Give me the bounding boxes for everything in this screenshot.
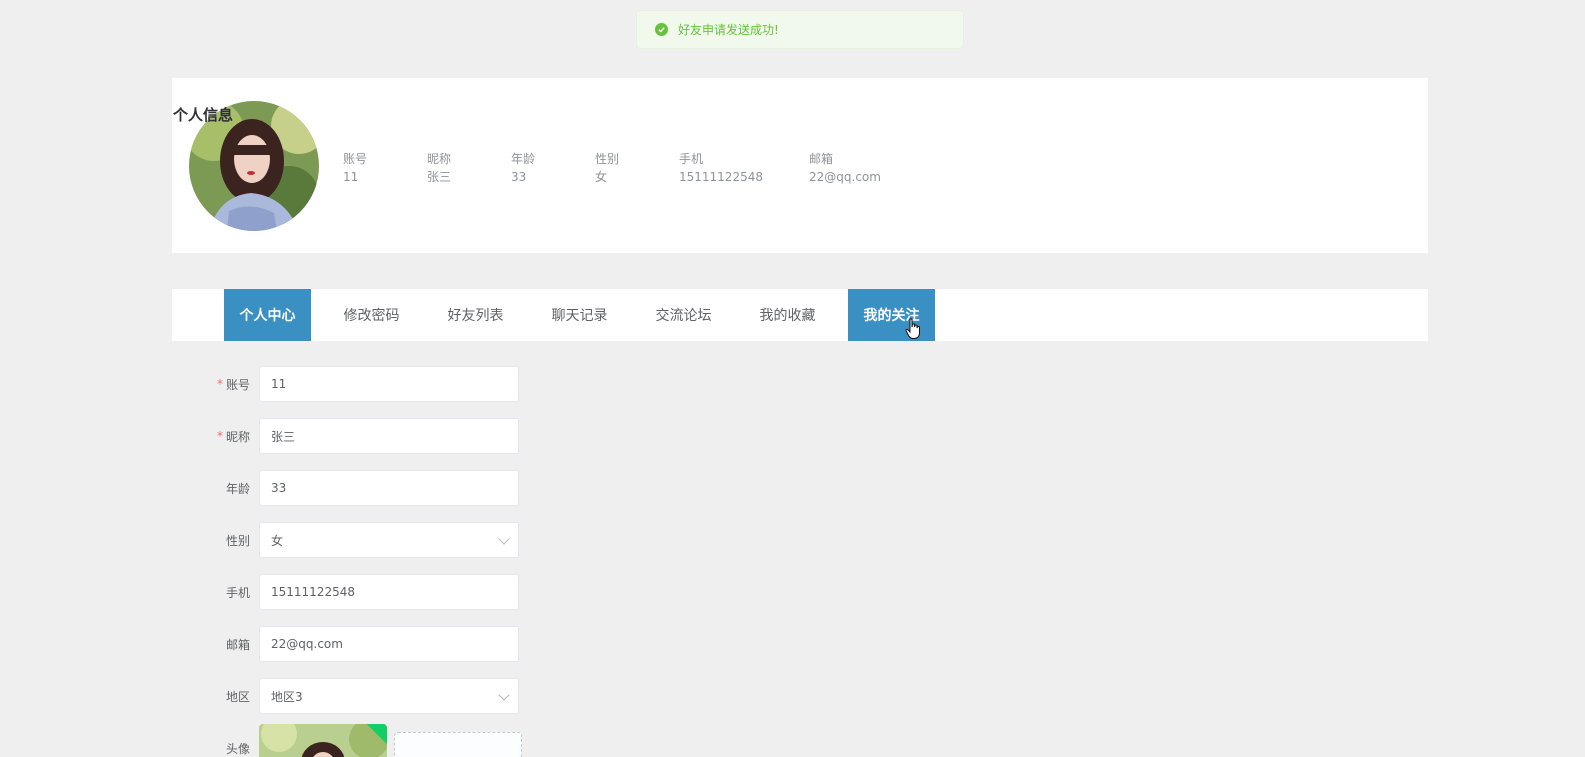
success-toast: 好友申请发送成功! (636, 10, 964, 49)
profile-field-phone: 手机 15111122548 (679, 150, 763, 186)
gender-select[interactable]: 女 (259, 522, 519, 558)
form-row-email: 邮箱 22@qq.com (200, 626, 520, 662)
profile-title: 个人信息 (173, 106, 234, 124)
account-label: * 账号 (200, 366, 250, 402)
tab-bar: 个人中心 修改密码 好友列表 聊天记录 交流论坛 我的收藏 我的关注 (172, 289, 1428, 341)
chevron-down-icon (498, 533, 510, 545)
region-select[interactable]: 地区3 (259, 678, 519, 714)
region-label: 地区 (225, 689, 250, 704)
profile-field-value: 女 (595, 170, 608, 184)
phone-input[interactable]: 15111122548 (259, 574, 519, 610)
tab-chat-history[interactable]: 聊天记录 (536, 289, 623, 341)
email-input[interactable]: 22@qq.com (259, 626, 519, 662)
tab-forum[interactable]: 交流论坛 (640, 289, 727, 341)
avatar-upload-preview[interactable] (259, 724, 387, 757)
tab-friend-list[interactable]: 好友列表 (432, 289, 519, 341)
form-row-gender: 性别 女 (200, 522, 520, 558)
profile-field-label: 手机 (679, 152, 704, 166)
profile-field-label: 性别 (595, 152, 620, 166)
required-mark: * (216, 429, 223, 443)
email-label: 邮箱 (225, 637, 250, 652)
form-row-region: 地区 地区3 (200, 678, 520, 714)
check-circle-icon (655, 23, 668, 36)
profile-field-gender: 性别 女 (595, 150, 619, 186)
form-row-phone: 手机 15111122548 (200, 574, 520, 610)
tab-personal-center[interactable]: 个人中心 (224, 289, 311, 341)
nickname-label-text: 昵称 (225, 429, 250, 444)
nickname-input[interactable]: 张三 (259, 418, 519, 454)
age-label: 年龄 (225, 481, 250, 496)
age-input[interactable]: 33 (259, 470, 519, 506)
account-input[interactable]: 11 (259, 366, 519, 402)
gender-select-value: 女 (271, 533, 284, 548)
required-mark: * (216, 377, 223, 391)
profile-field-value: 15111122548 (679, 170, 763, 184)
tab-change-password[interactable]: 修改密码 (328, 289, 415, 341)
profile-field-value: 11 (343, 170, 359, 184)
gender-label: 性别 (225, 533, 250, 548)
nickname-label: * 昵称 (200, 418, 250, 454)
profile-field-label: 邮箱 (809, 152, 834, 166)
tab-my-favorites[interactable]: 我的收藏 (744, 289, 831, 341)
profile-field-value: 22@qq.com (809, 170, 881, 184)
region-select-value: 地区3 (271, 689, 303, 704)
avatar-upload-button[interactable] (394, 732, 522, 757)
profile-field-age: 年龄 33 (511, 150, 535, 186)
account-label-text: 账号 (225, 377, 250, 392)
profile-field-label: 账号 (343, 152, 368, 166)
form-row-nickname: * 昵称 张三 (200, 418, 520, 454)
page: 好友申请发送成功! 个人信息 账号 11 昵称 张三 年龄 33 性别 女 手机… (0, 0, 1585, 757)
hand-pointer-cursor-icon (905, 318, 921, 344)
phone-label: 手机 (225, 585, 250, 600)
avatar-label: 头像 (225, 741, 250, 756)
profile-field-account: 账号 11 (343, 150, 367, 186)
form-row-account: * 账号 11 (200, 366, 520, 402)
tab-my-follows[interactable]: 我的关注 (848, 289, 935, 341)
form-row-age: 年龄 33 (200, 470, 520, 506)
profile-field-email: 邮箱 22@qq.com (809, 150, 881, 186)
profile-field-value: 张三 (427, 170, 452, 184)
profile-field-label: 昵称 (427, 152, 452, 166)
chevron-down-icon (498, 689, 510, 701)
toast-message: 好友申请发送成功! (678, 23, 779, 37)
profile-field-nickname: 昵称 张三 (427, 150, 451, 186)
profile-field-label: 年龄 (511, 152, 536, 166)
profile-field-value: 33 (511, 170, 527, 184)
